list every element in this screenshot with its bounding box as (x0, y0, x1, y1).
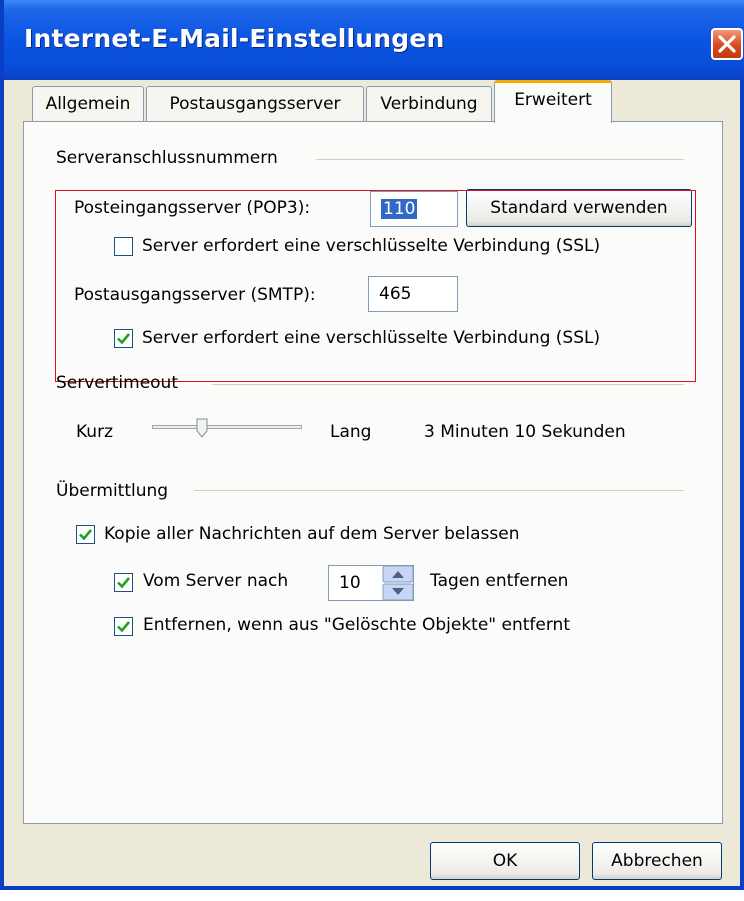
checkmark-icon (117, 621, 131, 633)
title-bar[interactable]: Internet-E-Mail-Einstellungen (4, 0, 744, 80)
group-divider (194, 490, 684, 491)
highlight-annotation (55, 190, 696, 382)
checkmark-icon (117, 577, 131, 589)
group-label-delivery: Übermittlung (56, 481, 169, 501)
group-divider (212, 384, 684, 385)
tab-verbindung[interactable]: Verbindung (366, 86, 492, 122)
dialog-title: Internet-E-Mail-Einstellungen (24, 24, 445, 53)
tab-allgemein[interactable]: Allgemein (32, 86, 144, 122)
tab-postausgangsserver[interactable]: Postausgangsserver (146, 86, 364, 122)
days-spinner[interactable] (382, 565, 414, 601)
timeout-long-label: Lang (330, 422, 372, 442)
remove-deleted-checkbox[interactable] (114, 617, 133, 636)
timeout-slider-thumb[interactable] (196, 418, 208, 438)
checkmark-icon (79, 529, 93, 541)
remove-after-checkbox[interactable] (114, 573, 133, 592)
keep-copy-checkbox[interactable] (76, 525, 95, 544)
timeout-value: 3 Minuten 10 Sekunden (424, 422, 626, 442)
cancel-button[interactable]: Abbrechen (592, 842, 722, 880)
group-divider (316, 159, 684, 160)
group-label-timeout: Servertimeout (56, 373, 178, 393)
remove-after-label: Vom Server nach (143, 571, 289, 591)
keep-copy-label: Kopie aller Nachrichten auf dem Server b… (104, 524, 520, 544)
group-label-server-ports: Serveranschlussnummern (56, 148, 278, 168)
remove-deleted-label: Entfernen, wenn aus "Gelöschte Objekte" … (143, 615, 571, 635)
ok-button[interactable]: OK (430, 842, 580, 880)
tab-erweitert[interactable]: Erweitert (494, 80, 612, 123)
close-button[interactable] (711, 28, 743, 60)
timeout-slider-track[interactable] (152, 425, 302, 429)
close-icon (718, 35, 736, 53)
timeout-short-label: Kurz (76, 422, 113, 442)
days-suffix-label: Tagen entfernen (430, 571, 569, 591)
